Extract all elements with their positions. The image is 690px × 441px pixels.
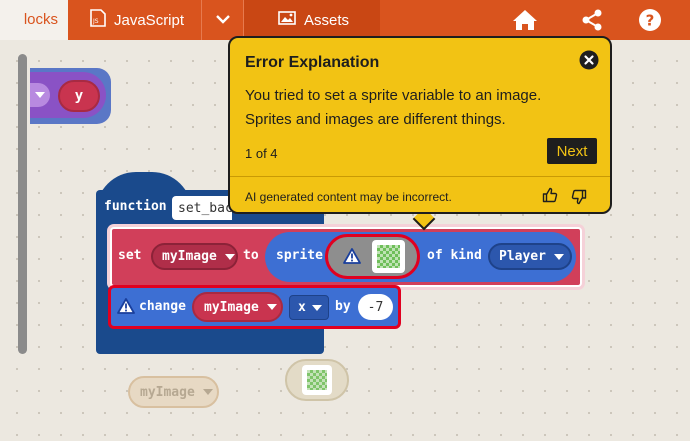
js-file-icon: JS [90, 9, 106, 31]
set-variable-dropdown[interactable]: myImage [151, 243, 238, 270]
image-icon [278, 11, 296, 29]
change-variable-dropdown[interactable]: myImage [192, 292, 283, 322]
tooltip-step-counter: 1 of 4 [245, 146, 278, 161]
tab-assets-label: Assets [304, 11, 350, 29]
to-keyword: to [243, 248, 259, 263]
variable-y-label: y [74, 88, 84, 104]
of-kind-keyword: of kind [427, 248, 482, 263]
ai-disclaimer: AI generated content may be incorrect. [245, 190, 452, 204]
language-dropdown-button[interactable] [202, 0, 244, 40]
chevron-down-icon [266, 304, 277, 310]
chevron-down-icon [215, 12, 230, 29]
home-icon[interactable] [512, 8, 537, 32]
help-icon[interactable]: ? [638, 8, 662, 32]
sprite-keyword: sprite [276, 248, 323, 263]
function-name-text: set_bac [178, 200, 232, 216]
tab-javascript[interactable]: JS JavaScript [68, 0, 202, 40]
chevron-down-icon [553, 253, 564, 260]
close-icon[interactable] [579, 50, 599, 75]
axis-value: x [298, 300, 306, 315]
function-name-field[interactable]: set_bac [172, 196, 232, 220]
share-icon[interactable] [580, 8, 604, 32]
chevron-down-icon [224, 253, 235, 260]
tooltip-divider [230, 176, 610, 177]
by-value-input[interactable]: -7 [358, 294, 393, 320]
loose-image-field[interactable] [302, 365, 332, 395]
chevron-down-icon [202, 389, 213, 395]
tooltip-body: You tried to set a sprite variable to an… [245, 87, 542, 128]
kind-value: Player [499, 249, 546, 264]
tab-blocks[interactable]: locks [0, 0, 68, 40]
loose-variable-block[interactable]: myImage [128, 376, 219, 408]
change-variable-name: myImage [204, 299, 259, 315]
warning-icon [117, 298, 135, 319]
tooltip-title: Error Explanation [245, 54, 380, 71]
set-keyword: set [118, 248, 142, 263]
tab-javascript-label: JavaScript [114, 11, 185, 29]
chevron-down-icon [35, 92, 45, 98]
tab-assets[interactable]: Assets [244, 0, 380, 40]
loose-variable-name: myImage [140, 384, 195, 400]
loose-image-block[interactable] [285, 359, 349, 401]
tab-blocks-label: locks [23, 10, 58, 28]
variable-y-pill[interactable]: y [58, 80, 100, 112]
error-explanation-tooltip: Error Explanation You tried to set a spr… [228, 36, 612, 214]
by-value: -7 [367, 299, 384, 315]
by-keyword: by [335, 299, 351, 314]
warning-icon [343, 248, 361, 269]
loose-image-thumbnail [307, 370, 327, 390]
image-field[interactable] [372, 240, 405, 273]
thumbs-up-icon[interactable] [542, 187, 558, 208]
image-thumbnail [377, 245, 400, 268]
workspace-scrollbar-thumb[interactable] [18, 54, 27, 354]
chevron-down-icon [311, 304, 322, 311]
top-bar: locks JS JavaScript Assets ? [0, 0, 690, 40]
svg-text:?: ? [646, 12, 655, 30]
change-keyword: change [139, 299, 186, 314]
thumbs-down-icon[interactable] [571, 189, 587, 210]
axis-dropdown[interactable]: x [289, 295, 329, 320]
set-variable-name: myImage [162, 249, 217, 264]
kind-dropdown[interactable]: Player [488, 243, 572, 270]
next-button[interactable]: Next [547, 138, 597, 164]
svg-text:JS: JS [92, 18, 99, 25]
function-keyword: function [104, 199, 167, 214]
